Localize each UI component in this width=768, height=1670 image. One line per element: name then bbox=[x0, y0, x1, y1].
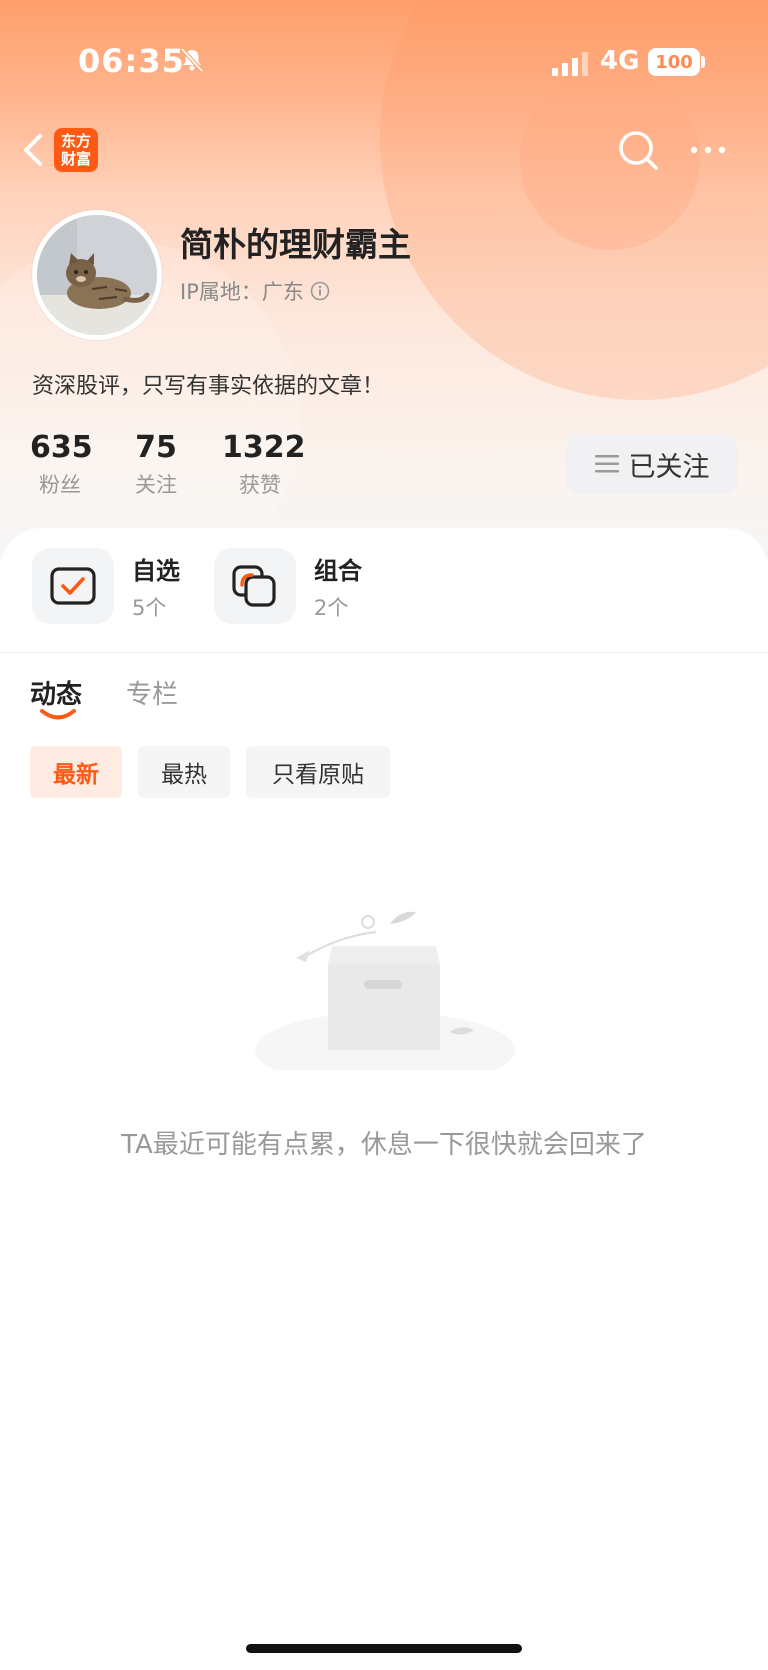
bell-muted-icon bbox=[180, 47, 204, 73]
avatar[interactable] bbox=[32, 210, 162, 340]
back-icon[interactable] bbox=[16, 128, 56, 172]
stat-label: 获赞 bbox=[239, 473, 281, 497]
stat-value: 75 bbox=[135, 430, 177, 465]
feature-watchlist[interactable]: 自选 5个 bbox=[32, 548, 180, 624]
battery-level: 100 bbox=[655, 51, 693, 73]
feature-count: 5个 bbox=[132, 595, 167, 620]
watchlist-icon-wrap bbox=[32, 548, 114, 624]
filter-original-only[interactable]: 只看原贴 bbox=[246, 746, 390, 798]
section-divider bbox=[0, 652, 768, 653]
stat-label: 关注 bbox=[135, 473, 177, 497]
followed-button[interactable]: 已关注 bbox=[566, 434, 738, 494]
network-type: 4G bbox=[600, 46, 640, 76]
battery-tip bbox=[701, 56, 705, 68]
feature-title: 自选 bbox=[132, 556, 180, 585]
battery-icon: 100 bbox=[648, 48, 700, 76]
app-logo[interactable]: 东方 财富 bbox=[54, 128, 98, 172]
home-indicator[interactable] bbox=[246, 1644, 522, 1653]
app-logo-line1: 东方 bbox=[60, 132, 91, 150]
stat-value: 1322 bbox=[222, 430, 306, 465]
signal-icon bbox=[552, 52, 588, 76]
stat-label: 粉丝 bbox=[39, 473, 81, 497]
ip-location-row: IP属地：广东 bbox=[180, 276, 330, 306]
filter-hottest[interactable]: 最热 bbox=[138, 746, 230, 798]
stat-followers[interactable]: 635 粉丝 bbox=[30, 430, 93, 499]
feature-title: 组合 bbox=[314, 556, 362, 585]
more-icon[interactable] bbox=[684, 130, 732, 170]
ip-location: IP属地：广东 bbox=[180, 280, 304, 304]
search-icon[interactable] bbox=[614, 126, 662, 174]
tab-dynamics[interactable]: 动态 bbox=[30, 674, 82, 711]
stat-value: 635 bbox=[30, 430, 93, 465]
avatar-image bbox=[37, 215, 157, 335]
tab-active-indicator bbox=[40, 709, 76, 720]
tab-column[interactable]: 专栏 bbox=[126, 674, 178, 711]
empty-state-message: TA最近可能有点累，休息一下很快就会回来了 bbox=[121, 1130, 647, 1160]
stat-following[interactable]: 75 关注 bbox=[126, 430, 186, 499]
content-card bbox=[0, 528, 768, 1670]
followed-label: 已关注 bbox=[628, 451, 710, 483]
check-icon bbox=[50, 567, 96, 605]
status-bar: 06:35 4G 100 bbox=[0, 0, 768, 120]
menu-lines-icon bbox=[594, 455, 619, 473]
info-icon[interactable] bbox=[310, 281, 330, 301]
bio: 资深股评，只写有事实依据的文章！ bbox=[32, 374, 385, 399]
status-time: 06:35 bbox=[78, 42, 185, 80]
username: 简朴的理财霸主 bbox=[180, 225, 411, 264]
feature-portfolio[interactable]: 组合 2个 bbox=[214, 548, 362, 624]
filter-latest[interactable]: 最新 bbox=[30, 746, 122, 798]
portfolio-icon bbox=[232, 565, 276, 607]
stat-likes[interactable]: 1322 获赞 bbox=[222, 430, 306, 499]
app-logo-line2: 财富 bbox=[60, 150, 91, 168]
feature-count: 2个 bbox=[314, 595, 349, 620]
empty-box-illustration bbox=[255, 911, 515, 1070]
cat-photo bbox=[37, 215, 157, 335]
portfolio-icon-wrap bbox=[214, 548, 296, 624]
